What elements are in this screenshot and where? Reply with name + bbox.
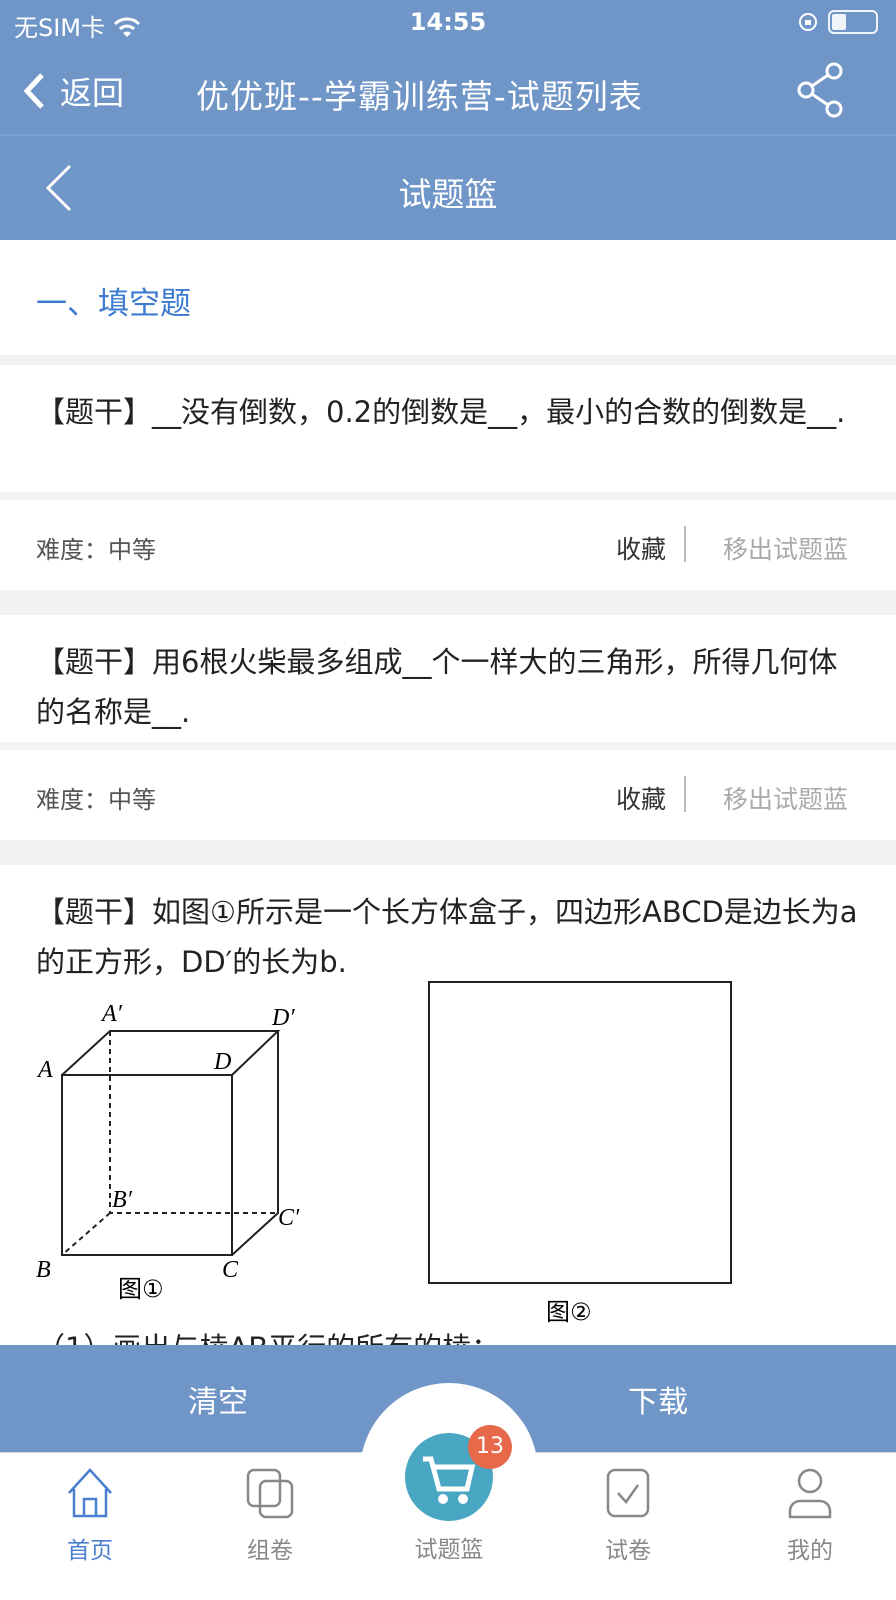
- figure1-caption: 图①: [118, 1275, 164, 1303]
- section-title: 一、填空题: [36, 286, 191, 322]
- back-label: 返回: [60, 74, 125, 112]
- question-text: 【题干】用6根火柴最多组成__个一样大的三角形，所得几何体的名称是__.: [36, 645, 838, 729]
- figure-square: 图②: [428, 981, 732, 1326]
- favorite-button[interactable]: 收藏: [616, 780, 666, 816]
- label-c-prime: C′: [278, 1205, 300, 1231]
- difficulty: 难度：中等: [36, 786, 156, 814]
- question-card: 【题干】__没有倒数，0.2的倒数是__，最小的合数的倒数是__. 难度：中等 …: [0, 365, 896, 590]
- label-d: D: [213, 1049, 231, 1075]
- remove-from-basket-button[interactable]: 移出试题蓝: [723, 780, 848, 816]
- clear-button[interactable]: 清空: [188, 1377, 248, 1421]
- label-b-prime: B′: [112, 1187, 133, 1213]
- user-icon: [788, 1468, 832, 1519]
- tab-papers[interactable]: 试卷: [568, 1467, 688, 1565]
- sub-header: 试题篮: [0, 138, 896, 240]
- favorite-button[interactable]: 收藏: [616, 530, 666, 566]
- share-icon[interactable]: [796, 62, 846, 118]
- tab-mine[interactable]: 我的: [750, 1467, 870, 1565]
- remove-from-basket-button[interactable]: 移出试题蓝: [723, 530, 848, 566]
- label-b: B: [36, 1257, 51, 1283]
- sub-header-title: 试题篮: [398, 175, 498, 214]
- clock: 14:55: [409, 8, 487, 36]
- divider: [684, 526, 686, 562]
- download-button[interactable]: 下载: [628, 1377, 688, 1421]
- label-d-prime: D′: [271, 1005, 295, 1031]
- checkbox-icon: [606, 1468, 650, 1518]
- back-button[interactable]: 返回: [22, 68, 124, 114]
- section-header: 一、填空题: [0, 240, 896, 355]
- question-text: 【题干】如图①所示是一个长方体盒子，四边形ABCD是边长为a的正方形，DD′的长…: [36, 895, 858, 979]
- figure-cuboid: A′ D′ A D B′ C′ B C 图①: [36, 1001, 300, 1303]
- tab-compose[interactable]: 组卷: [210, 1467, 330, 1565]
- cart-count-badge: 13: [468, 1425, 512, 1469]
- difficulty: 难度：中等: [36, 536, 156, 564]
- question-card: 【题干】用6根火柴最多组成__个一样大的三角形，所得几何体的名称是__. 难度：…: [0, 615, 896, 840]
- divider: [684, 776, 686, 812]
- question-card: 【题干】如图①所示是一个长方体盒子，四边形ABCD是边长为a的正方形，DD′的长…: [0, 865, 896, 1365]
- label-c: C: [222, 1257, 239, 1283]
- header: 无SIM卡 14:55 返回 优优班--学霸训练营-试题列表 试题篮: [0, 0, 896, 240]
- tab-home[interactable]: 首页: [30, 1467, 150, 1565]
- label-a-prime: A′: [100, 1001, 123, 1027]
- nav-bar: 返回 优优班--学霸训练营-试题列表: [0, 48, 896, 136]
- tab-basket-label[interactable]: 试题篮: [389, 1530, 509, 1564]
- page-title: 优优班--学霸训练营-试题列表: [196, 77, 643, 116]
- home-icon: [68, 1468, 112, 1518]
- label-a: A: [36, 1057, 53, 1083]
- figure2-caption: 图②: [546, 1298, 592, 1326]
- layers-icon: [246, 1468, 294, 1519]
- battery-icon: [828, 10, 878, 34]
- chevron-left-icon: [23, 73, 44, 109]
- status-bar: 无SIM卡 14:55: [0, 0, 896, 48]
- question-text: 【题干】__没有倒数，0.2的倒数是__，最小的合数的倒数是__.: [36, 395, 846, 429]
- rotation-lock-icon: [799, 13, 817, 31]
